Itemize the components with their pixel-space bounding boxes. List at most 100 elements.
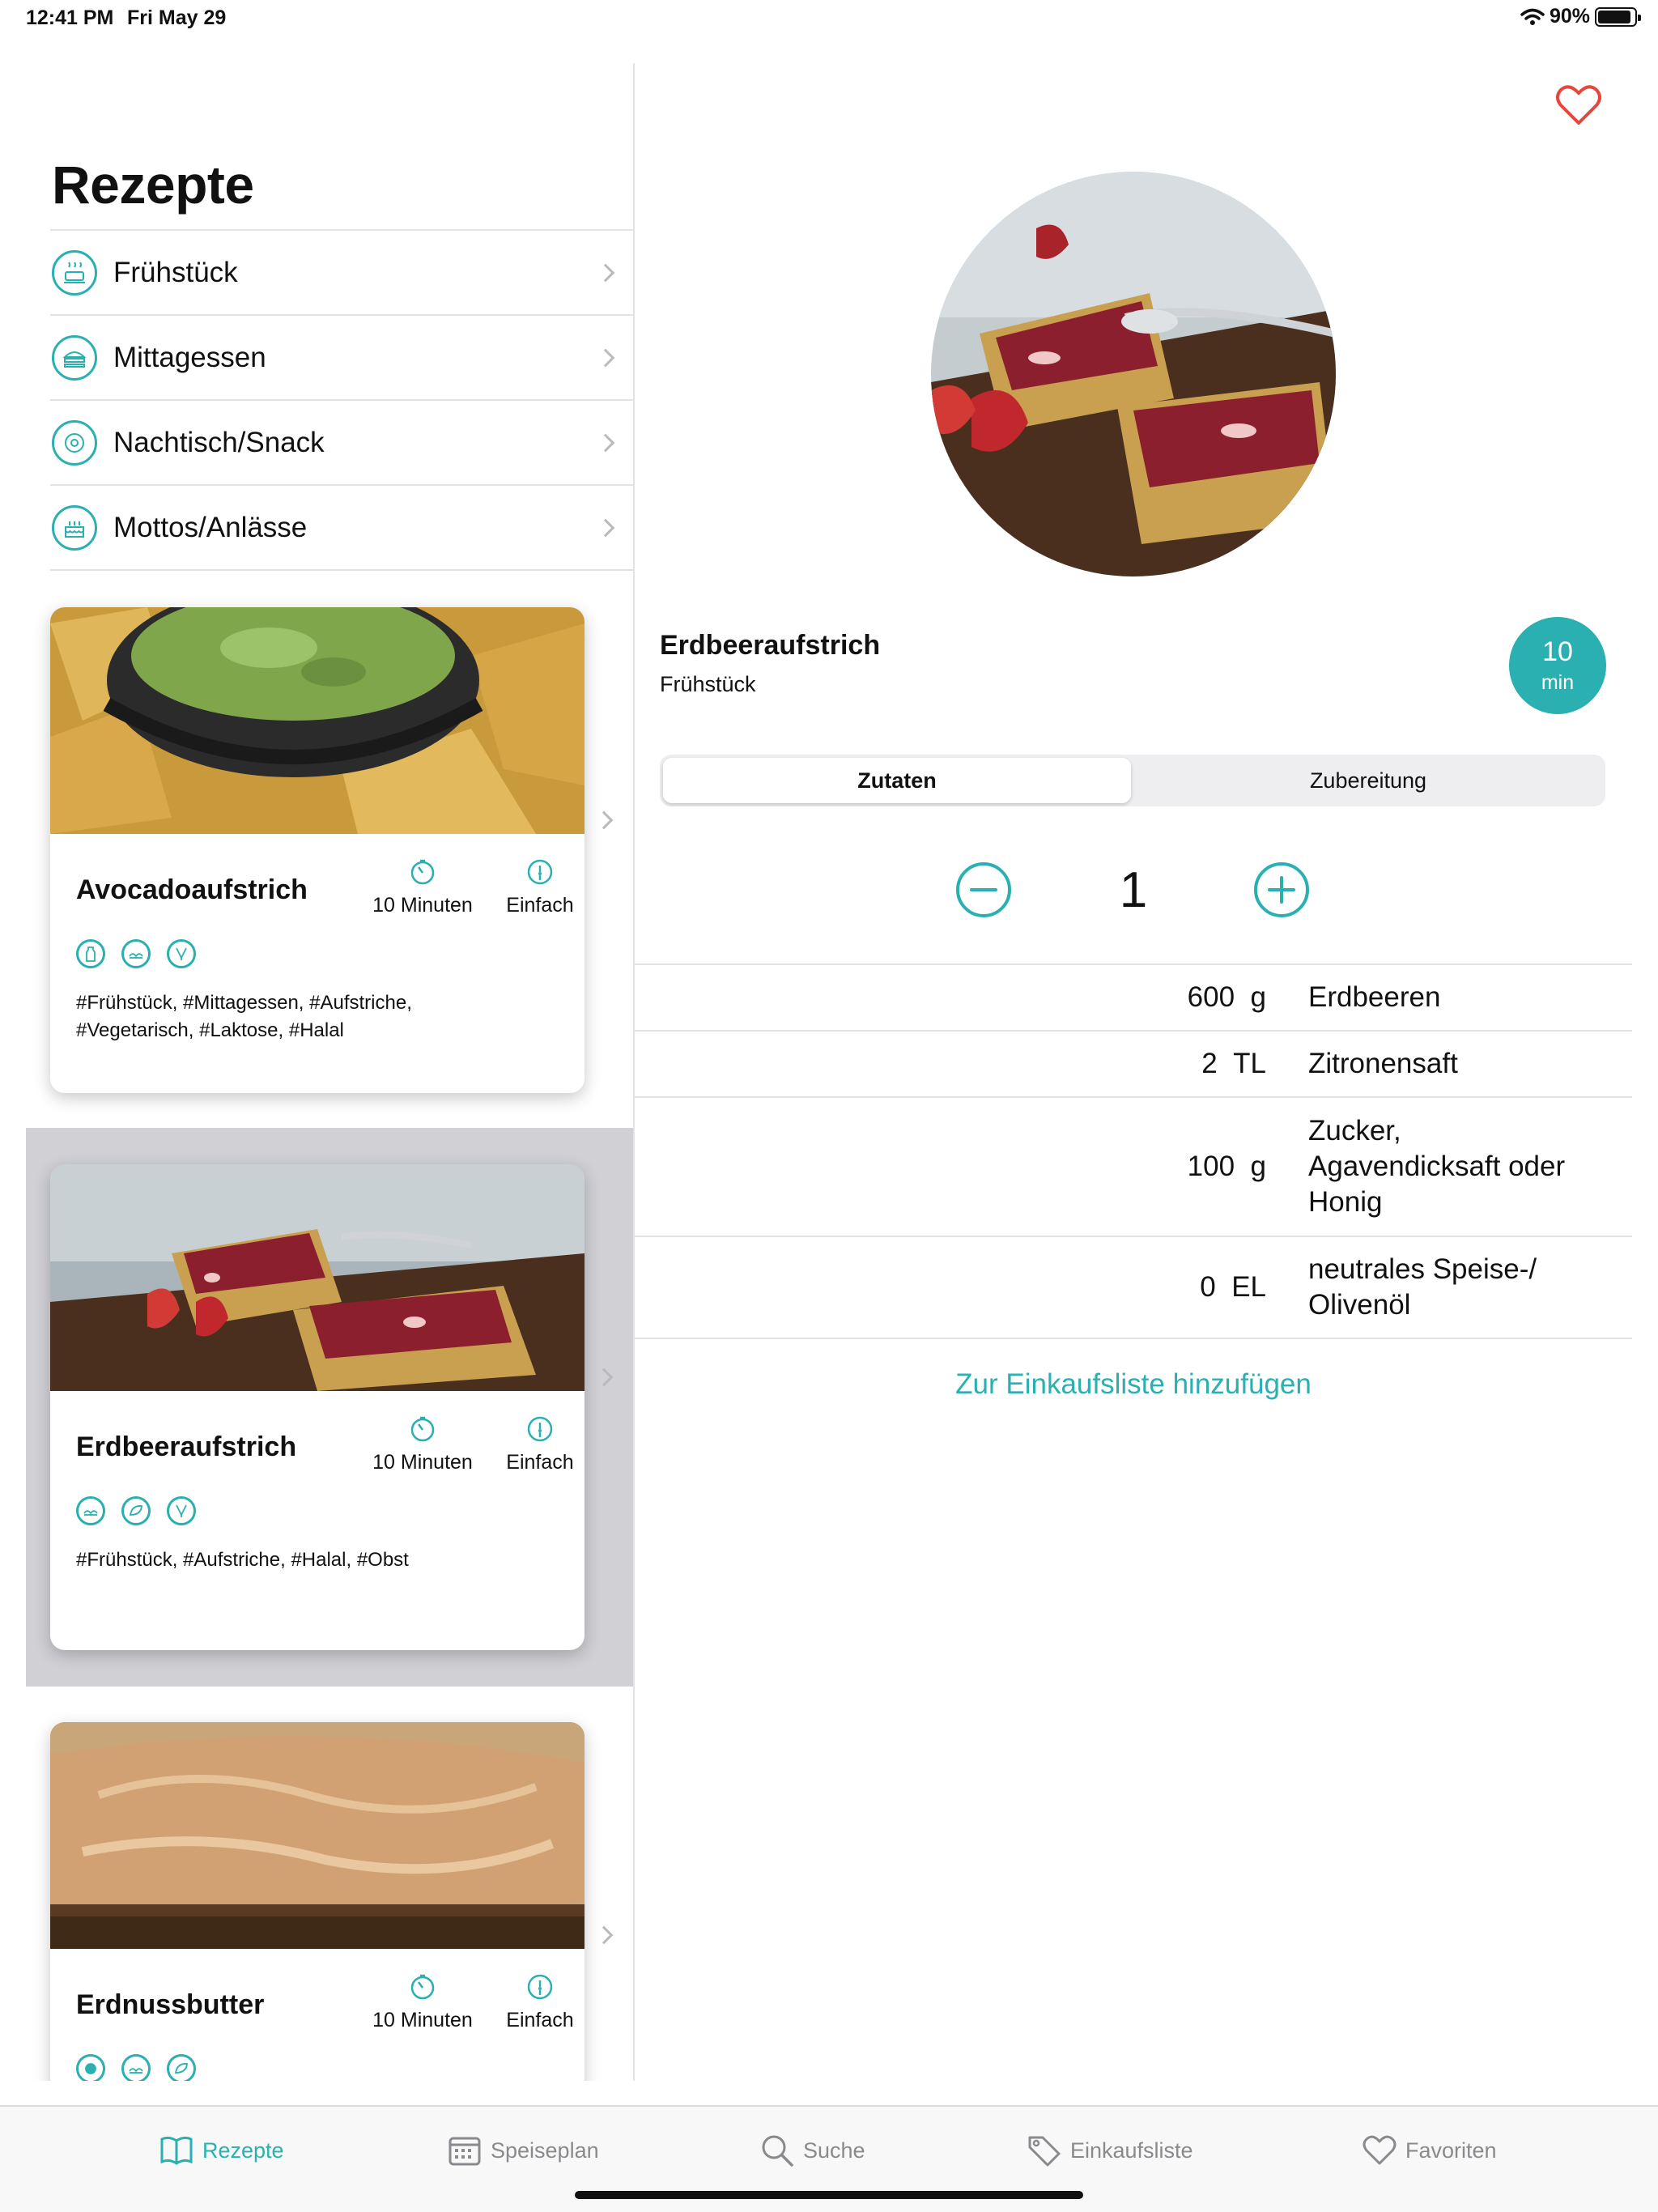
recipe-title: Erdbeeraufstrich — [76, 1431, 297, 1462]
no-gluten-icon — [76, 2054, 105, 2081]
recipe-hero-image — [931, 172, 1336, 576]
ingredient-amount: 0 — [1200, 1271, 1216, 1303]
category-label: Mottos/Anlässe — [113, 511, 308, 543]
cake-icon — [52, 504, 97, 551]
recipe-tags: #Frühstück, #Mittagessen, #Aufstriche, #… — [76, 992, 412, 1041]
tab-label: Suche — [803, 2138, 865, 2163]
ingredient-name: neutrales Speise-/ Olivenöl — [1308, 1253, 1537, 1321]
ingredient-name: Erdbeeren — [1308, 981, 1441, 1013]
category-item-mottos[interactable]: Mottos/Anlässe — [50, 486, 633, 571]
status-date: Fri May 29 — [127, 6, 227, 29]
chevron-right-icon — [594, 1368, 614, 1387]
page-title: Rezepte — [52, 155, 254, 215]
recipe-cell-erdnuss[interactable]: Erdnussbutter 10 Minuten Einfach — [26, 1686, 633, 2081]
segment-zutaten[interactable]: Zutaten — [663, 758, 1131, 803]
breakfast-icon — [52, 249, 97, 296]
recipe-card[interactable]: Erdbeeraufstrich 10 Minuten Einfach #Frü… — [50, 1164, 585, 1650]
battery-icon — [1595, 6, 1641, 27]
wifi-icon — [1520, 8, 1545, 25]
ingredient-quantity: 100 g — [635, 1151, 1269, 1183]
diet-badges — [76, 1496, 196, 1525]
diet-badges — [76, 2054, 196, 2081]
ingredient-unit: TL — [1233, 1048, 1266, 1079]
ingredient-name: Zitronensaft — [1308, 1048, 1458, 1079]
category-item-mittagessen[interactable]: Mittagessen — [50, 316, 633, 401]
tab-label: Rezepte — [202, 2138, 284, 2163]
ingredient-unit: EL — [1231, 1271, 1266, 1303]
chevron-right-icon — [594, 810, 614, 830]
tab-einkaufsliste[interactable]: Einkaufsliste — [1027, 2133, 1193, 2168]
tab-rezepte[interactable]: Rezepte — [159, 2133, 284, 2168]
recipe-image-erdbeer — [50, 1164, 585, 1391]
category-list: Frühstück Mittagessen Nachtisch/Snack Mo… — [50, 229, 633, 571]
detail-title: Erdbeeraufstrich — [660, 630, 881, 661]
recipe-time: 10 Minuten — [358, 1973, 487, 2032]
battery-percent: 90% — [1549, 5, 1590, 28]
favorite-heart-icon[interactable] — [1554, 81, 1603, 130]
search-icon — [762, 2135, 793, 2167]
vegetarian-icon — [167, 939, 196, 968]
recipe-title: Erdnussbutter — [76, 1989, 265, 2020]
halal-icon — [76, 1496, 105, 1525]
time-badge-unit: min — [1541, 671, 1575, 694]
servings-value: 1 — [1119, 862, 1148, 918]
gauge-icon — [527, 1416, 553, 1442]
recipe-time-label: 10 Minuten — [372, 2009, 473, 2031]
ingredient-row: 600 g Erdbeeren — [635, 965, 1632, 1032]
timer-icon — [410, 1416, 435, 1442]
ingredient-unit: g — [1250, 981, 1266, 1013]
tab-suche[interactable]: Suche — [759, 2133, 865, 2168]
segment-zubereitung[interactable]: Zubereitung — [1134, 758, 1602, 803]
status-time: 12:41 PM — [26, 6, 114, 29]
add-to-shopping-list-link[interactable]: Zur Einkaufsliste hinzufügen — [810, 1368, 1457, 1401]
tab-label: Einkaufsliste — [1070, 2138, 1193, 2163]
time-badge: 10 min — [1509, 617, 1606, 714]
chevron-right-icon — [594, 1925, 614, 1945]
recipe-difficulty-label: Einfach — [506, 2009, 574, 2031]
ingredient-amount: 2 — [1201, 1048, 1218, 1079]
recipe-time: 10 Minuten — [358, 1415, 487, 1474]
servings-stepper: 1 — [0, 861, 1658, 920]
ingredient-unit: g — [1250, 1151, 1266, 1182]
book-icon — [160, 2136, 193, 2165]
heart-icon — [1363, 2135, 1397, 2165]
recipe-time-label: 10 Minuten — [372, 1451, 473, 1474]
gauge-icon — [527, 1974, 553, 2000]
ingredient-amount: 600 — [1187, 981, 1235, 1013]
ingredient-quantity: 600 g — [635, 981, 1269, 1014]
tab-speiseplan[interactable]: Speiseplan — [447, 2133, 599, 2168]
ingredient-row: 100 g Zucker, Agavendicksaft oder Honig — [635, 1098, 1632, 1237]
recipe-card[interactable]: Erdnussbutter 10 Minuten Einfach — [50, 1722, 585, 2081]
category-label: Mittagessen — [113, 341, 266, 373]
recipe-image-avocado — [50, 607, 585, 834]
ingredient-name: Zucker, Agavendicksaft oder Honig — [1308, 1115, 1566, 1218]
vegan-leaf-icon — [121, 1496, 151, 1525]
halal-icon — [121, 2054, 151, 2081]
lactose-icon — [76, 939, 105, 968]
segmented-control: Zutaten Zubereitung — [660, 755, 1605, 806]
recipe-cell-erdbeer[interactable]: Erdbeeraufstrich 10 Minuten Einfach #Frü… — [26, 1128, 633, 1687]
diet-badges — [76, 939, 196, 968]
ingredient-amount: 100 — [1187, 1151, 1235, 1182]
time-badge-value: 10 — [1542, 636, 1573, 667]
chevron-right-icon — [596, 518, 615, 537]
recipe-cell-avocado[interactable]: Avocadoaufstrich 10 Minuten Einfach #Frü… — [26, 571, 633, 1129]
tab-favoriten[interactable]: Favoriten — [1362, 2133, 1497, 2168]
ingredient-quantity: 2 TL — [635, 1048, 1269, 1080]
home-indicator — [575, 2191, 1083, 2199]
recipe-card[interactable]: Avocadoaufstrich 10 Minuten Einfach #Frü… — [50, 607, 585, 1093]
ingredient-list: 600 g Erdbeeren 2 TL Zitronensaft 100 g … — [635, 963, 1632, 1339]
tag-icon — [1028, 2136, 1061, 2167]
ingredient-row: 2 TL Zitronensaft — [635, 1032, 1632, 1098]
category-label: Nachtisch/Snack — [113, 426, 325, 458]
plus-circle-icon[interactable] — [1253, 861, 1310, 918]
tab-label: Speiseplan — [491, 2138, 599, 2163]
timer-icon — [410, 1974, 435, 2000]
category-item-fruehstueck[interactable]: Frühstück — [50, 231, 633, 316]
vegan-leaf-icon — [167, 2054, 196, 2081]
recipe-tags: #Frühstück, #Aufstriche, #Halal, #Obst — [76, 1549, 409, 1571]
recipe-difficulty: Einfach — [483, 1973, 585, 2032]
minus-circle-icon[interactable] — [955, 861, 1012, 918]
recipe-image-erdnuss — [50, 1722, 585, 1949]
category-item-nachtisch[interactable]: Nachtisch/Snack — [50, 401, 633, 486]
